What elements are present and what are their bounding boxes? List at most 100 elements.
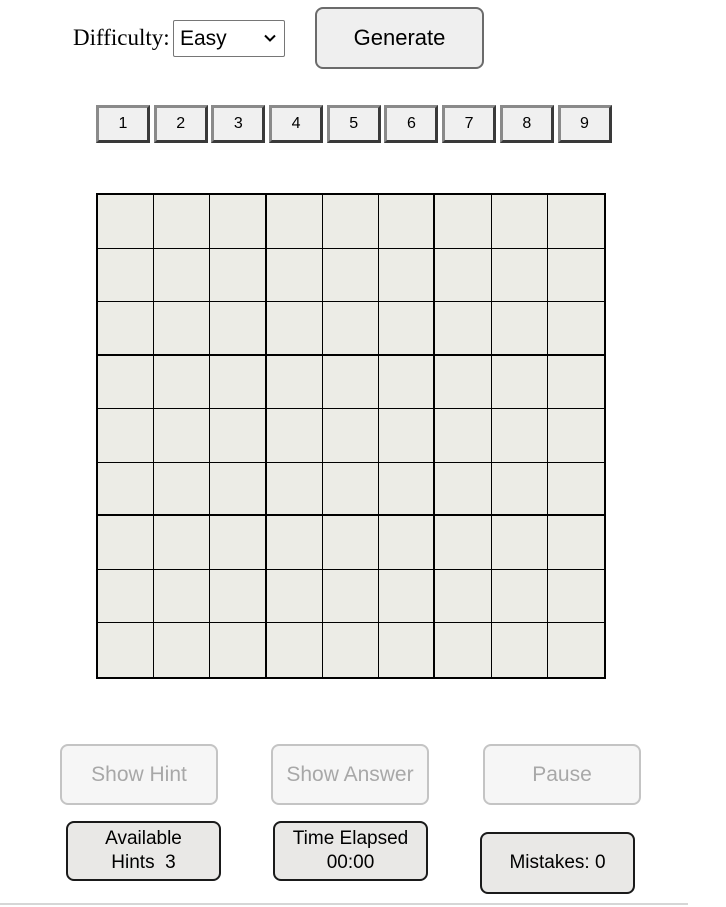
board-cell[interactable]: [98, 623, 155, 677]
board-cell[interactable]: [322, 248, 380, 303]
board-cell[interactable]: [322, 623, 380, 677]
board-cell[interactable]: [491, 302, 548, 356]
board-cell[interactable]: [435, 248, 492, 303]
board-cell[interactable]: [547, 355, 604, 410]
board-cell[interactable]: [547, 462, 604, 517]
available-hints-box: Available Hints 3: [66, 821, 221, 881]
board-cell[interactable]: [98, 462, 155, 517]
board-cell[interactable]: [491, 195, 548, 249]
difficulty-label: Difficulty:: [73, 25, 170, 50]
board-cell[interactable]: [98, 516, 155, 570]
number-button-3[interactable]: 3: [211, 105, 266, 143]
difficulty-select[interactable]: Easy: [173, 20, 285, 57]
board-cell[interactable]: [154, 569, 211, 624]
generate-button[interactable]: Generate: [315, 7, 484, 69]
board-cell[interactable]: [491, 462, 548, 517]
board-cell[interactable]: [266, 355, 323, 410]
board-cell[interactable]: [210, 516, 267, 570]
number-button-7[interactable]: 7: [442, 105, 497, 143]
board-cell[interactable]: [379, 462, 436, 517]
number-button-9[interactable]: 9: [557, 105, 612, 143]
board-cell[interactable]: [98, 409, 155, 463]
board-cell[interactable]: [154, 623, 211, 677]
board-cell[interactable]: [322, 569, 380, 624]
board-cell[interactable]: [322, 462, 380, 517]
board-cell[interactable]: [379, 623, 436, 677]
board-cell[interactable]: [547, 409, 604, 463]
board-cell[interactable]: [322, 355, 380, 410]
board-cell[interactable]: [154, 516, 211, 570]
board-cell[interactable]: [322, 409, 380, 463]
board-cell[interactable]: [154, 409, 211, 463]
board-cell[interactable]: [266, 623, 323, 677]
mistakes-box: Mistakes: 0: [480, 832, 635, 894]
board-cell[interactable]: [154, 248, 211, 303]
board-cell[interactable]: [210, 302, 267, 356]
number-button-1[interactable]: 1: [96, 105, 150, 143]
board-cell[interactable]: [435, 462, 492, 517]
board-cell[interactable]: [379, 409, 436, 463]
board-cell[interactable]: [210, 409, 267, 463]
board-cell[interactable]: [491, 248, 548, 303]
board-cell[interactable]: [266, 195, 323, 249]
pause-button[interactable]: Pause: [483, 744, 641, 805]
board-cell[interactable]: [491, 623, 548, 677]
board-cell[interactable]: [210, 195, 267, 249]
board-cell[interactable]: [98, 569, 155, 624]
board-cell[interactable]: [210, 355, 267, 410]
board-cell[interactable]: [210, 248, 267, 303]
board-cell[interactable]: [154, 195, 211, 249]
board-cell[interactable]: [547, 569, 604, 624]
board-cell[interactable]: [435, 623, 492, 677]
board-cell[interactable]: [210, 569, 267, 624]
number-button-4[interactable]: 4: [269, 105, 324, 143]
board-cell[interactable]: [435, 516, 492, 570]
number-button-5[interactable]: 5: [326, 105, 381, 143]
board-cell[interactable]: [210, 462, 267, 517]
sudoku-board: [96, 193, 606, 679]
board-cell[interactable]: [379, 302, 436, 356]
board-cell[interactable]: [98, 355, 155, 410]
board-cell[interactable]: [379, 195, 436, 249]
board-cell[interactable]: [98, 302, 155, 356]
board-cell[interactable]: [547, 623, 604, 677]
board-cell[interactable]: [322, 302, 380, 356]
board-cell[interactable]: [547, 516, 604, 570]
board-cell[interactable]: [266, 248, 323, 303]
board-cell[interactable]: [210, 623, 267, 677]
board-cell[interactable]: [547, 302, 604, 356]
board-cell[interactable]: [266, 302, 323, 356]
board-cell[interactable]: [435, 409, 492, 463]
board-cell[interactable]: [266, 569, 323, 624]
board-cell[interactable]: [491, 516, 548, 570]
hints-label: Available: [105, 828, 182, 849]
board-cell[interactable]: [322, 195, 380, 249]
board-cell[interactable]: [322, 516, 380, 570]
board-cell[interactable]: [435, 355, 492, 410]
number-button-2[interactable]: 2: [153, 105, 208, 143]
board-cell[interactable]: [154, 302, 211, 356]
board-cell[interactable]: [154, 355, 211, 410]
board-cell[interactable]: [379, 248, 436, 303]
board-cell[interactable]: [491, 409, 548, 463]
board-cell[interactable]: [379, 516, 436, 570]
number-button-6[interactable]: 6: [384, 105, 439, 143]
board-cell[interactable]: [266, 516, 323, 570]
board-cell[interactable]: [491, 569, 548, 624]
board-cell[interactable]: [379, 355, 436, 410]
show-hint-button[interactable]: Show Hint: [60, 744, 218, 805]
board-cell[interactable]: [266, 462, 323, 517]
board-cell[interactable]: [98, 195, 155, 249]
number-button-8[interactable]: 8: [499, 105, 554, 143]
board-cell[interactable]: [435, 195, 492, 249]
board-cell[interactable]: [547, 195, 604, 249]
board-cell[interactable]: [266, 409, 323, 463]
board-cell[interactable]: [435, 302, 492, 356]
board-cell[interactable]: [379, 569, 436, 624]
board-cell[interactable]: [154, 462, 211, 517]
board-cell[interactable]: [98, 248, 155, 303]
board-cell[interactable]: [435, 569, 492, 624]
show-answer-button[interactable]: Show Answer: [271, 744, 429, 805]
board-cell[interactable]: [547, 248, 604, 303]
board-cell[interactable]: [491, 355, 548, 410]
